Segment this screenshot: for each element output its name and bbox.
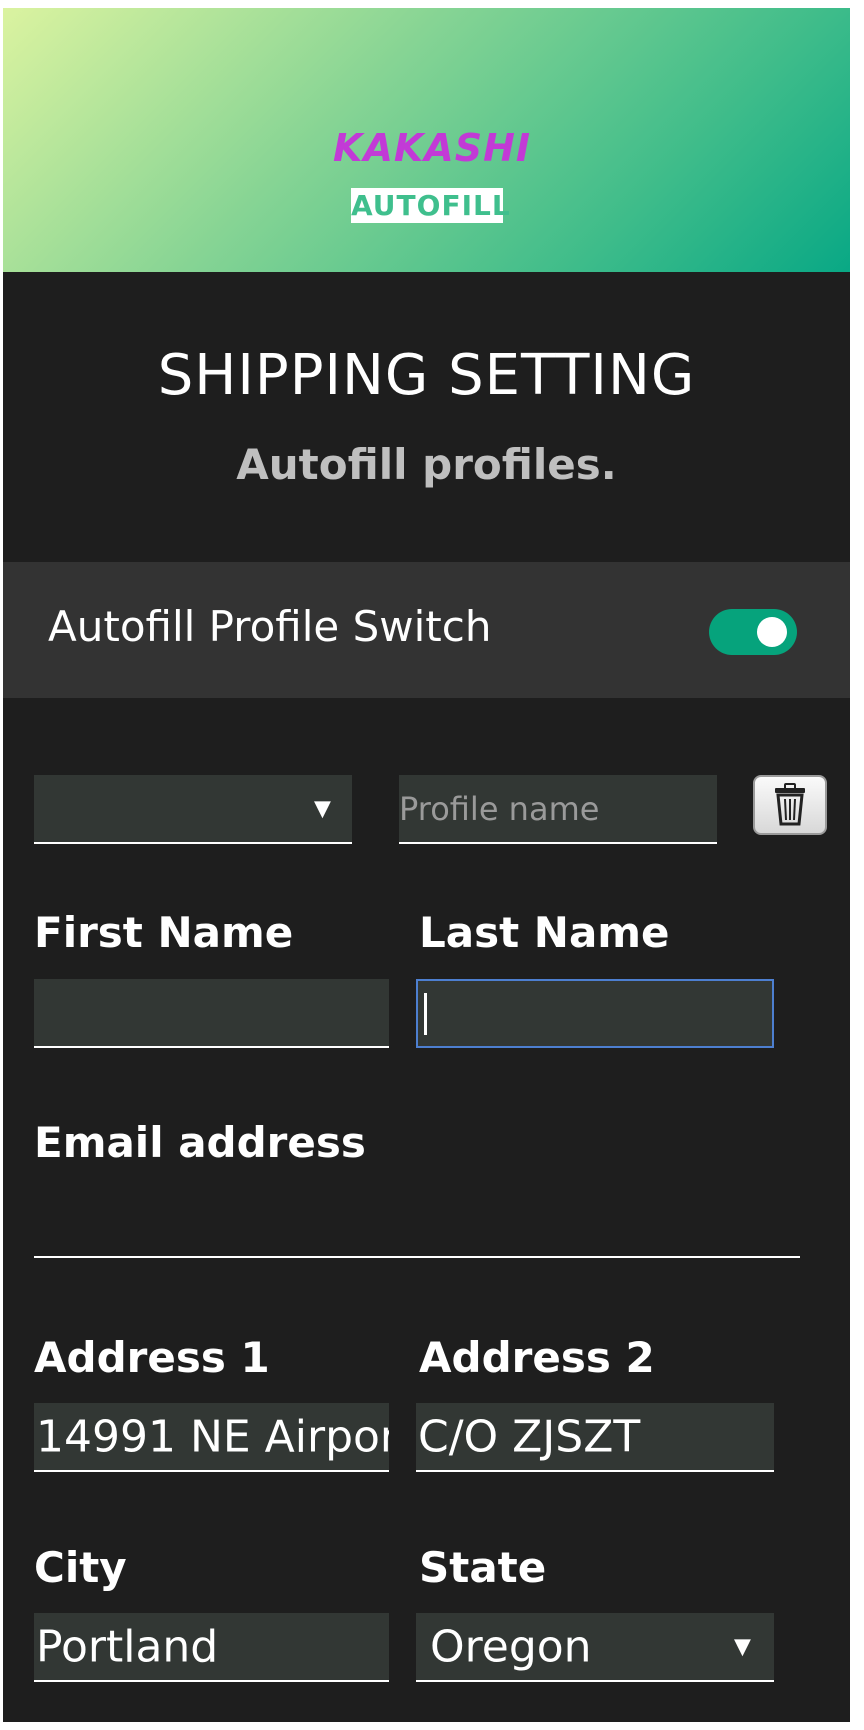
city-label: City: [34, 1543, 127, 1592]
profile-name-placeholder: Profile name: [399, 789, 600, 828]
first-name-label: First Name: [34, 908, 294, 957]
toggle-knob: [757, 617, 787, 647]
logo-autofill: AUTOFILL: [351, 188, 511, 223]
autofill-profile-toggle[interactable]: [709, 609, 797, 655]
email-input[interactable]: [34, 1190, 800, 1258]
address2-value: C/O ZJSZT: [418, 1411, 641, 1462]
text-caret: [424, 993, 427, 1035]
city-input[interactable]: Portland: [34, 1613, 389, 1682]
autofill-profile-switch-label: Autofill Profile Switch: [48, 602, 492, 651]
email-underline: [34, 1256, 800, 1258]
trash-icon: [775, 783, 805, 826]
chevron-down-icon: ▼: [734, 1634, 751, 1659]
delete-profile-button[interactable]: [753, 775, 827, 835]
last-name-input[interactable]: [416, 979, 774, 1048]
chevron-down-icon: ▼: [314, 796, 331, 821]
page-subtitle: Autofill profiles.: [236, 440, 617, 489]
profile-name-input[interactable]: Profile name: [399, 775, 717, 844]
address1-value: 14991 NE Airport: [36, 1411, 389, 1462]
first-name-input[interactable]: [34, 979, 389, 1048]
email-label: Email address: [34, 1118, 366, 1167]
address2-label: Address 2: [419, 1333, 655, 1382]
shipping-settings-panel: KAKASHI AUTOFILL SHIPPING SETTING Autofi…: [3, 8, 850, 1722]
state-select[interactable]: Oregon ▼: [416, 1613, 774, 1682]
state-label: State: [419, 1543, 547, 1592]
page-title: SHIPPING SETTING: [157, 343, 696, 408]
last-name-label: Last Name: [419, 908, 670, 957]
state-value: Oregon: [430, 1621, 592, 1672]
autofill-profile-switch-row: Autofill Profile Switch: [3, 562, 850, 698]
header-banner: KAKASHI AUTOFILL: [3, 8, 850, 272]
address1-input[interactable]: 14991 NE Airport: [34, 1403, 389, 1472]
address1-label: Address 1: [34, 1333, 270, 1382]
logo-kakashi: KAKASHI: [333, 126, 532, 170]
address2-input[interactable]: C/O ZJSZT: [416, 1403, 774, 1472]
city-value: Portland: [36, 1621, 219, 1672]
profile-select[interactable]: ▼: [34, 775, 352, 844]
